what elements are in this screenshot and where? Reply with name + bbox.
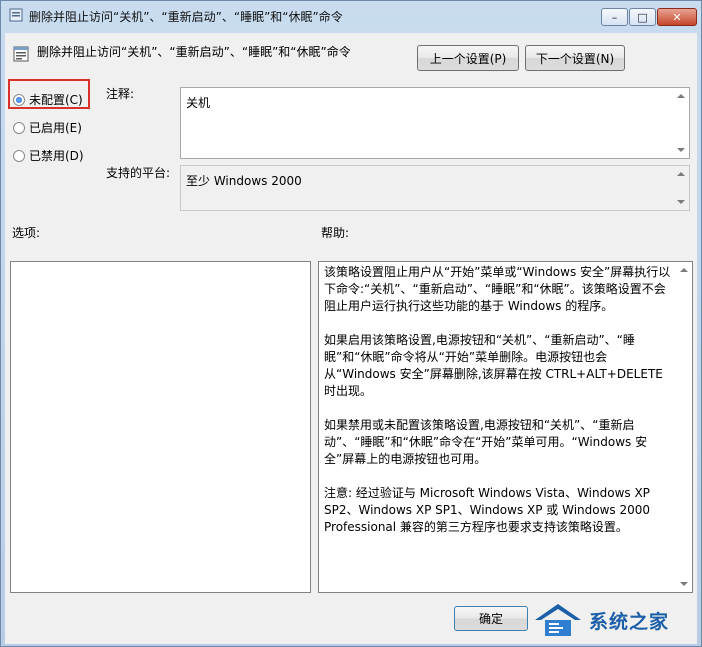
policy-dialog-window: 删除并阻止访问“关机”、“重新启动”、“睡眠”和“休眠”命令 – □ ✕ 删除并…: [0, 0, 702, 647]
house-logo-icon: [535, 604, 581, 636]
previous-setting-button[interactable]: 上一个设置(P): [417, 45, 519, 71]
comment-textbox[interactable]: 关机: [180, 87, 690, 159]
radio-indicator-checked[interactable]: [13, 93, 25, 106]
window-title: 删除并阻止访问“关机”、“重新启动”、“睡眠”和“休眠”命令: [29, 10, 343, 24]
radio-label: 未配置(C): [29, 93, 83, 107]
scroll-up-icon[interactable]: [677, 172, 685, 176]
title-bar[interactable]: 删除并阻止访问“关机”、“重新启动”、“睡眠”和“休眠”命令 – □ ✕: [1, 1, 701, 29]
comment-label: 注释:: [106, 87, 135, 101]
scroll-up-icon[interactable]: [677, 94, 685, 98]
options-panel: [10, 261, 311, 593]
help-paragraph: 注意: 经过验证与 Microsoft Windows Vista、Window…: [324, 486, 651, 534]
scroll-up-icon[interactable]: [680, 268, 688, 272]
policy-name: 删除并阻止访问“关机”、“重新启动”、“睡眠”和“休眠”命令: [37, 45, 351, 59]
radio-indicator[interactable]: [13, 149, 25, 162]
radio-enabled[interactable]: 已启用(E): [13, 119, 82, 136]
platform-textbox: 至少 Windows 2000: [180, 165, 690, 211]
dialog-body: 删除并阻止访问“关机”、“重新启动”、“睡眠”和“休眠”命令 上一个设置(P) …: [5, 33, 697, 644]
radio-not-configured[interactable]: 未配置(C): [13, 91, 83, 108]
options-label: 选项:: [12, 226, 41, 240]
radio-disabled[interactable]: 已禁用(D): [13, 147, 84, 164]
policy-icon: [9, 8, 23, 22]
help-paragraph: 如果禁用或未配置该策略设置,电源按钮和“关机”、“重新启动”、“睡眠”和“休眠”…: [324, 418, 648, 466]
help-paragraph: 该策略设置阻止用户从“开始”菜单或“Windows 安全”屏幕执行以下命令:“关…: [324, 265, 671, 313]
next-setting-button[interactable]: 下一个设置(N): [525, 45, 625, 71]
scroll-down-icon[interactable]: [680, 582, 688, 586]
scroll-down-icon[interactable]: [677, 148, 685, 152]
maximize-button[interactable]: □: [629, 8, 656, 26]
close-button[interactable]: ✕: [657, 8, 697, 26]
help-panel[interactable]: 该策略设置阻止用户从“开始”菜单或“Windows 安全”屏幕执行以下命令:“关…: [318, 261, 693, 593]
platform-value: 至少 Windows 2000: [186, 174, 302, 188]
comment-value: 关机: [186, 96, 211, 110]
platform-scrollbar[interactable]: [674, 166, 689, 210]
radio-label: 已启用(E): [29, 121, 82, 135]
help-scrollbar[interactable]: [677, 262, 692, 592]
comment-scrollbar[interactable]: [674, 88, 689, 158]
ok-button[interactable]: 确定: [454, 606, 528, 631]
help-text: 该策略设置阻止用户从“开始”菜单或“Windows 安全”屏幕执行以下命令:“关…: [324, 264, 674, 553]
scroll-down-icon[interactable]: [677, 200, 685, 204]
policy-setting-icon: [13, 46, 29, 62]
radio-label: 已禁用(D): [29, 149, 84, 163]
watermark: 系统之家: [531, 596, 701, 644]
platform-label: 支持的平台:: [106, 166, 171, 180]
radio-indicator[interactable]: [13, 121, 25, 134]
minimize-button[interactable]: –: [601, 8, 628, 26]
help-label: 帮助:: [321, 226, 350, 240]
watermark-text: 系统之家: [589, 610, 670, 633]
help-paragraph: 如果启用该策略设置,电源按钮和“关机”、“重新启动”、“睡眠”和“休眠”命令将从…: [324, 333, 663, 398]
